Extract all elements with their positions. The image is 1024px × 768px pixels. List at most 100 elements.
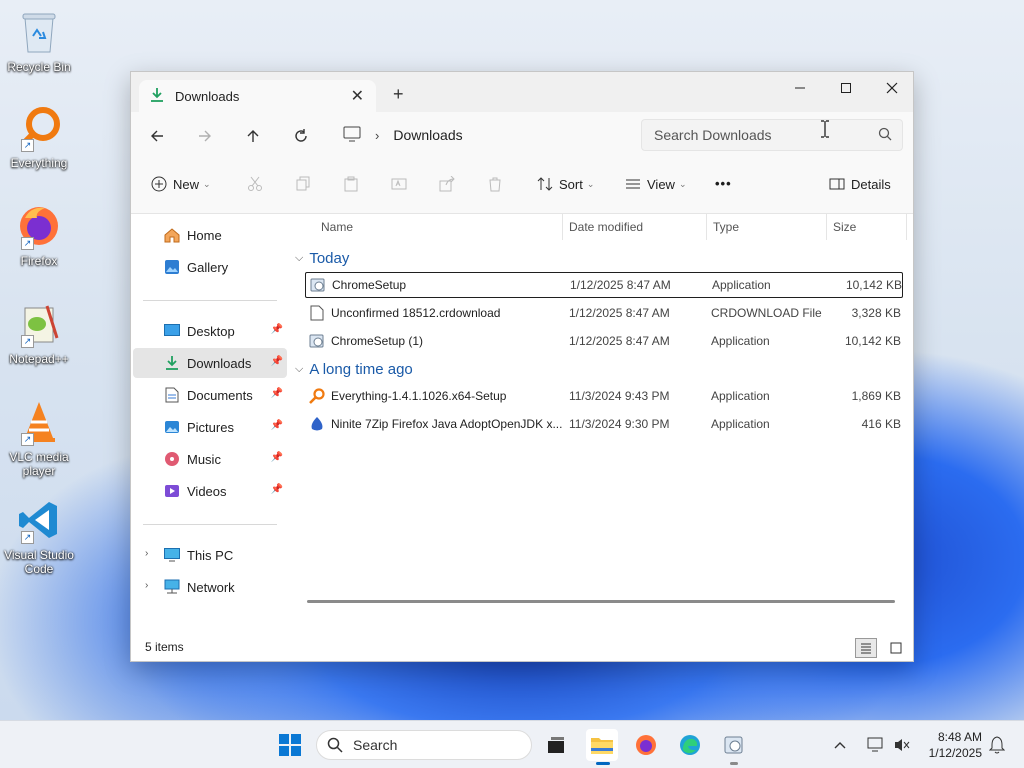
file-name: ChromeSetup (1) xyxy=(331,334,424,348)
desktop-icon-recycle-bin[interactable]: Recycle Bin xyxy=(4,8,74,74)
desktop-icon-notepadpp[interactable]: ↗ Notepad++ xyxy=(4,300,74,366)
taskbar-file-explorer[interactable] xyxy=(586,729,618,765)
group-header-today[interactable]: ⌵ Today xyxy=(295,246,349,270)
sidebar-item-this-pc[interactable]: › This PC xyxy=(133,540,287,570)
sidebar-item-network[interactable]: › Network xyxy=(133,572,287,602)
sidebar-item-desktop[interactable]: Desktop 📌 xyxy=(133,316,287,346)
system-clock[interactable]: 8:48 AM 1/12/2025 xyxy=(929,729,982,761)
taskbar-installer[interactable] xyxy=(718,729,750,765)
document-icon xyxy=(163,386,181,404)
notifications-button[interactable] xyxy=(984,729,1010,761)
volume-button[interactable] xyxy=(888,729,916,761)
chevron-right-icon[interactable]: › xyxy=(145,580,148,591)
file-type: Application xyxy=(712,278,771,292)
task-view-button[interactable] xyxy=(540,729,572,761)
shortcut-arrow-icon: ↗ xyxy=(21,139,34,152)
new-button[interactable]: New ⌄ xyxy=(151,176,211,192)
pin-icon[interactable]: 📌 xyxy=(271,388,283,399)
desktop-icon-everything[interactable]: ↗ Everything xyxy=(4,104,74,170)
share-button[interactable] xyxy=(439,176,455,192)
pictures-icon xyxy=(163,418,181,436)
maximize-button[interactable] xyxy=(823,72,869,104)
pin-icon[interactable]: 📌 xyxy=(271,324,283,335)
monitor-icon xyxy=(343,126,361,145)
more-options-button[interactable]: ••• xyxy=(715,176,732,191)
sidebar-item-documents[interactable]: Documents 📌 xyxy=(133,380,287,410)
taskbar-search[interactable]: Search xyxy=(316,730,532,760)
desktop-icon-firefox[interactable]: ↗ Firefox xyxy=(4,202,74,268)
file-list: Name Date modified Type Size ⌵ Today Chr… xyxy=(289,214,913,631)
sort-button[interactable]: Sort ⌄ xyxy=(537,176,594,192)
column-header-name[interactable]: Name xyxy=(315,214,563,240)
sidebar-item-home[interactable]: Home xyxy=(133,220,287,250)
home-icon xyxy=(163,226,181,244)
copy-button[interactable] xyxy=(295,176,311,192)
firefox-icon xyxy=(636,735,656,755)
group-header-long-ago[interactable]: ⌵ A long time ago xyxy=(295,357,413,381)
delete-button[interactable] xyxy=(487,176,503,192)
file-date: 11/3/2024 9:43 PM xyxy=(569,389,670,403)
sidebar-item-downloads[interactable]: Downloads 📌 xyxy=(133,348,287,378)
details-view-toggle[interactable] xyxy=(855,638,877,658)
chevron-up-icon xyxy=(834,742,846,749)
sidebar-item-videos[interactable]: Videos 📌 xyxy=(133,476,287,506)
file-row[interactable]: ChromeSetup (1) 1/12/2025 8:47 AM Applic… xyxy=(305,328,903,354)
sidebar-item-pictures[interactable]: Pictures 📌 xyxy=(133,412,287,442)
column-header-type[interactable]: Type xyxy=(707,214,827,240)
sidebar-item-gallery[interactable]: Gallery xyxy=(133,252,287,282)
file-type: Application xyxy=(711,389,770,403)
cut-button[interactable] xyxy=(247,176,263,192)
desktop-icon-vscode[interactable]: ↗ Visual Studio Code xyxy=(4,496,74,576)
address-bar[interactable]: › Downloads xyxy=(333,120,633,150)
group-title: Today xyxy=(309,249,350,267)
list-view-icon xyxy=(861,643,871,654)
pin-icon[interactable]: 📌 xyxy=(271,420,283,431)
file-row[interactable]: Ninite 7Zip Firefox Java AdoptOpenJDK x.… xyxy=(305,411,903,437)
arrow-up-icon xyxy=(247,130,259,142)
tiles-view-toggle[interactable] xyxy=(885,638,907,658)
pin-icon[interactable]: 📌 xyxy=(271,484,283,495)
desktop-icon-vlc[interactable]: ↗ VLC media player xyxy=(4,398,74,478)
column-header-size[interactable]: Size xyxy=(827,214,907,240)
minimize-button[interactable] xyxy=(777,72,823,104)
taskbar-edge[interactable] xyxy=(674,729,706,761)
file-date: 11/3/2024 9:30 PM xyxy=(569,417,670,431)
file-row[interactable]: ChromeSetup 1/12/2025 8:47 AM Applicatio… xyxy=(305,272,903,298)
paste-button[interactable] xyxy=(343,176,359,192)
chevron-right-icon[interactable]: › xyxy=(145,548,148,559)
music-icon xyxy=(163,450,181,468)
network-status-button[interactable] xyxy=(862,729,890,761)
breadcrumb-downloads[interactable]: Downloads xyxy=(393,127,462,143)
pin-icon[interactable]: 📌 xyxy=(271,452,283,463)
vscode-icon: ↗ xyxy=(15,496,63,544)
taskbar-firefox[interactable] xyxy=(630,729,662,761)
sidebar-item-music[interactable]: Music 📌 xyxy=(133,444,287,474)
forward-button[interactable] xyxy=(193,124,217,148)
new-tab-button[interactable]: + xyxy=(393,84,404,105)
horizontal-scrollbar[interactable] xyxy=(307,600,895,603)
start-button[interactable] xyxy=(274,729,306,761)
navigation-pane: Home Gallery Desktop 📌 Downloads 📌 Docum… xyxy=(131,214,289,631)
up-button[interactable] xyxy=(241,124,265,148)
view-button[interactable]: View ⌄ xyxy=(625,176,687,192)
sidebar-item-label: Pictures xyxy=(187,419,234,435)
back-button[interactable] xyxy=(145,124,169,148)
rename-button[interactable] xyxy=(391,176,407,192)
show-hidden-icons-button[interactable] xyxy=(828,729,852,761)
search-input[interactable]: Search Downloads xyxy=(641,119,903,151)
pin-icon[interactable]: 📌 xyxy=(271,356,283,367)
trash-icon xyxy=(489,177,501,192)
column-header-date[interactable]: Date modified xyxy=(563,214,707,240)
details-pane-button[interactable]: Details xyxy=(829,176,891,192)
file-row[interactable]: Everything-1.4.1.1026.x64-Setup 11/3/202… xyxy=(305,383,903,409)
sidebar-item-label: Documents xyxy=(187,387,253,403)
tab-close-button[interactable]: ✕ xyxy=(351,86,364,106)
file-row[interactable]: Unconfirmed 18512.crdownload 1/12/2025 8… xyxy=(305,300,903,326)
clipboard-icon xyxy=(344,176,358,192)
task-view-icon xyxy=(548,737,564,753)
refresh-button[interactable] xyxy=(289,124,313,148)
command-bar: New ⌄ Sort ⌄ View ⌄ ••• Details xyxy=(131,158,913,214)
close-button[interactable] xyxy=(869,72,915,104)
desktop-icon-label: Notepad++ xyxy=(9,352,69,366)
tab-downloads[interactable]: Downloads ✕ xyxy=(139,80,376,112)
